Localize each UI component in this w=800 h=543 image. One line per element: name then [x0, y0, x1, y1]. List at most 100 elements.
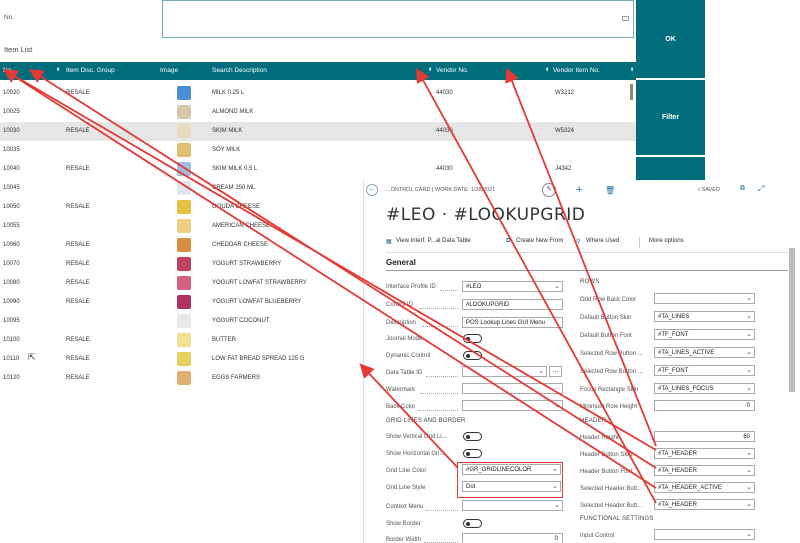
header-heading: HEADER — [580, 418, 607, 424]
open-new-window-icon[interactable]: ⧉ — [740, 185, 745, 193]
dots — [426, 510, 458, 511]
sort-icon[interactable]: ⬍ — [545, 67, 549, 73]
selected-header-button-font-field[interactable]: #TA_HEADER ⌄ — [654, 499, 755, 510]
divider — [386, 270, 788, 271]
item-no: 10050 — [3, 204, 20, 210]
profile-field[interactable]: #LEO ⌄ — [462, 281, 563, 292]
header-button-skin-field[interactable]: #TA_HEADER ⌄ — [654, 448, 755, 459]
sort-icon[interactable]: ⬍ — [428, 67, 432, 73]
header-height-field[interactable]: 60 — [654, 431, 755, 442]
chevron-down-icon[interactable]: ⌄ — [746, 483, 752, 491]
edit-pencil-icon[interactable]: ✎ — [542, 183, 556, 197]
item-image — [177, 371, 191, 385]
extra-button[interactable] — [636, 157, 705, 180]
minimum-row-height-field[interactable]: 0 — [654, 400, 755, 411]
watermark-field[interactable]: … — [462, 383, 563, 394]
no-input[interactable] — [162, 0, 634, 38]
control-id-field[interactable]: #LOOKUPGRID — [462, 299, 563, 310]
chevron-down-icon[interactable]: ⌄ — [554, 501, 560, 509]
search-description: AMERICAN CHEESE — [212, 223, 271, 229]
back-arrow-icon[interactable]: ← — [366, 184, 378, 196]
create-new-from-action[interactable]: Create New From — [516, 238, 563, 244]
selected-row-button-font-field[interactable]: #TF_FONT ⌄ — [654, 365, 755, 376]
rows-heading: ROWS — [580, 279, 600, 285]
table-row[interactable]: 10025 ALMOND MILK — [0, 103, 636, 122]
border-width-field[interactable]: 0 — [462, 533, 563, 543]
show-horizontal-label: Show Horizontal Gri... — [386, 451, 445, 457]
where-used-action[interactable]: Where Used — [586, 238, 619, 244]
col-image[interactable]: Image — [160, 67, 178, 74]
dots — [420, 393, 458, 394]
chevron-down-icon[interactable]: ⌄ — [746, 449, 752, 457]
odd-row-field[interactable]: ⌄ — [654, 293, 755, 304]
lookup-ellipsis-button[interactable]: … — [549, 366, 562, 377]
section-general[interactable]: General — [386, 258, 416, 267]
selected-row-button-skin-field[interactable]: #TA_LINES_ACTIVE ⌄ — [654, 347, 755, 358]
sort-icon[interactable]: ⬍ — [56, 67, 60, 73]
filter-button[interactable]: Filter — [636, 80, 705, 155]
delete-icon[interactable]: 🗑 — [605, 186, 615, 195]
ellipsis-icon[interactable]: … — [554, 385, 560, 391]
chevron-down-icon[interactable]: ⌄ — [746, 312, 752, 320]
dynamic-control-toggle[interactable] — [463, 351, 482, 360]
item-disc-group: RESALE — [66, 166, 90, 172]
item-no: 10030 — [3, 128, 20, 134]
sort-icon[interactable]: ⬍ — [630, 67, 634, 73]
dots — [426, 376, 458, 377]
keyboard-icon[interactable] — [622, 16, 629, 21]
col-vendor-item[interactable]: Vendor Item No. — [553, 67, 600, 74]
chevron-down-icon[interactable]: ⌄ — [746, 384, 752, 392]
default-button-font-field[interactable]: #TF_FONT ⌄ — [654, 329, 755, 340]
table-row[interactable]: 10040 RESALE SKIM MILK 0.5 L 44030 J4342 — [0, 160, 636, 179]
input-control-field[interactable]: ⌄ — [654, 529, 755, 540]
header-button-font-field[interactable]: #TA_HEADER ⌄ — [654, 465, 755, 476]
table-row[interactable]: 10020 RESALE MILK 0.25 L 44030 W3212 — [0, 84, 636, 103]
chevron-down-icon[interactable]: ⌄ — [554, 401, 560, 409]
chevron-down-icon[interactable]: ⌄ — [746, 530, 752, 538]
item-disc-group: RESALE — [66, 128, 90, 134]
show-horizontal-toggle[interactable] — [463, 449, 482, 458]
col-no[interactable]: No. — [3, 67, 13, 74]
more-options-action[interactable]: More options — [649, 238, 684, 244]
chevron-down-icon[interactable]: ⌄ — [538, 367, 544, 375]
chevron-down-icon[interactable]: ⌄ — [746, 348, 752, 356]
chevron-down-icon[interactable]: ⌄ — [746, 366, 752, 374]
pos-lookup-screen: No. Item List OK Filter No. ⬍ Item Disc.… — [0, 0, 800, 543]
chevron-down-icon[interactable]: ⌄ — [746, 466, 752, 474]
add-icon[interactable]: + — [576, 184, 582, 196]
chevron-down-icon[interactable]: ⌄ — [746, 500, 752, 508]
table-row[interactable]: 10035 SOY MILK — [0, 141, 636, 160]
default-button-skin-field[interactable]: #TA_LINES ⌄ — [654, 311, 755, 322]
table-row[interactable]: 10030 RESALE SKIM MILK 44030 W5324 — [0, 122, 636, 141]
item-image — [177, 124, 191, 138]
item-image — [177, 352, 191, 366]
ok-button[interactable]: OK — [636, 0, 705, 78]
item-image — [177, 333, 191, 347]
context-menu-field[interactable]: ⌄ — [462, 500, 563, 511]
col-search[interactable]: Search Description — [212, 67, 267, 74]
selected-header-button-skin-field[interactable]: #TA_HEADER_ACTIVE ⌄ — [654, 482, 755, 493]
show-vertical-toggle[interactable] — [463, 432, 482, 441]
focus-rectangle-skin-field[interactable]: #TA_LINES_FOCUS ⌄ — [654, 383, 755, 394]
data-table-field[interactable]: ⌄ — [462, 366, 547, 377]
item-image — [177, 143, 191, 157]
col-vendor[interactable]: Vendor No. — [436, 67, 469, 74]
item-disc-group: RESALE — [66, 356, 90, 362]
item-no: 10045 — [3, 185, 20, 191]
view-data-table-action[interactable]: View Interf. P...al Data Table — [396, 238, 471, 244]
chevron-down-icon[interactable]: ⌄ — [554, 282, 560, 290]
back-color-field[interactable]: ⌄ — [462, 400, 563, 411]
description-field[interactable]: POS Lookup Lines GUI Menu — [462, 317, 563, 328]
expand-icon[interactable]: ⤢ — [758, 184, 764, 194]
item-image — [177, 219, 191, 233]
card-scrollbar[interactable] — [789, 248, 795, 392]
chevron-down-icon[interactable]: ⌄ — [746, 330, 752, 338]
selected-header-button-skin-label: Selected Header Butt... — [580, 486, 643, 492]
item-no: 10080 — [3, 280, 20, 286]
watermark-label: Watermark — [386, 387, 416, 393]
chevron-down-icon[interactable]: ⌄ — [746, 294, 752, 302]
table-icon: ▦ — [386, 239, 392, 245]
journal-mode-toggle[interactable] — [463, 334, 482, 343]
show-border-toggle[interactable] — [463, 519, 482, 528]
col-disc[interactable]: Item Disc. Group — [66, 67, 115, 74]
